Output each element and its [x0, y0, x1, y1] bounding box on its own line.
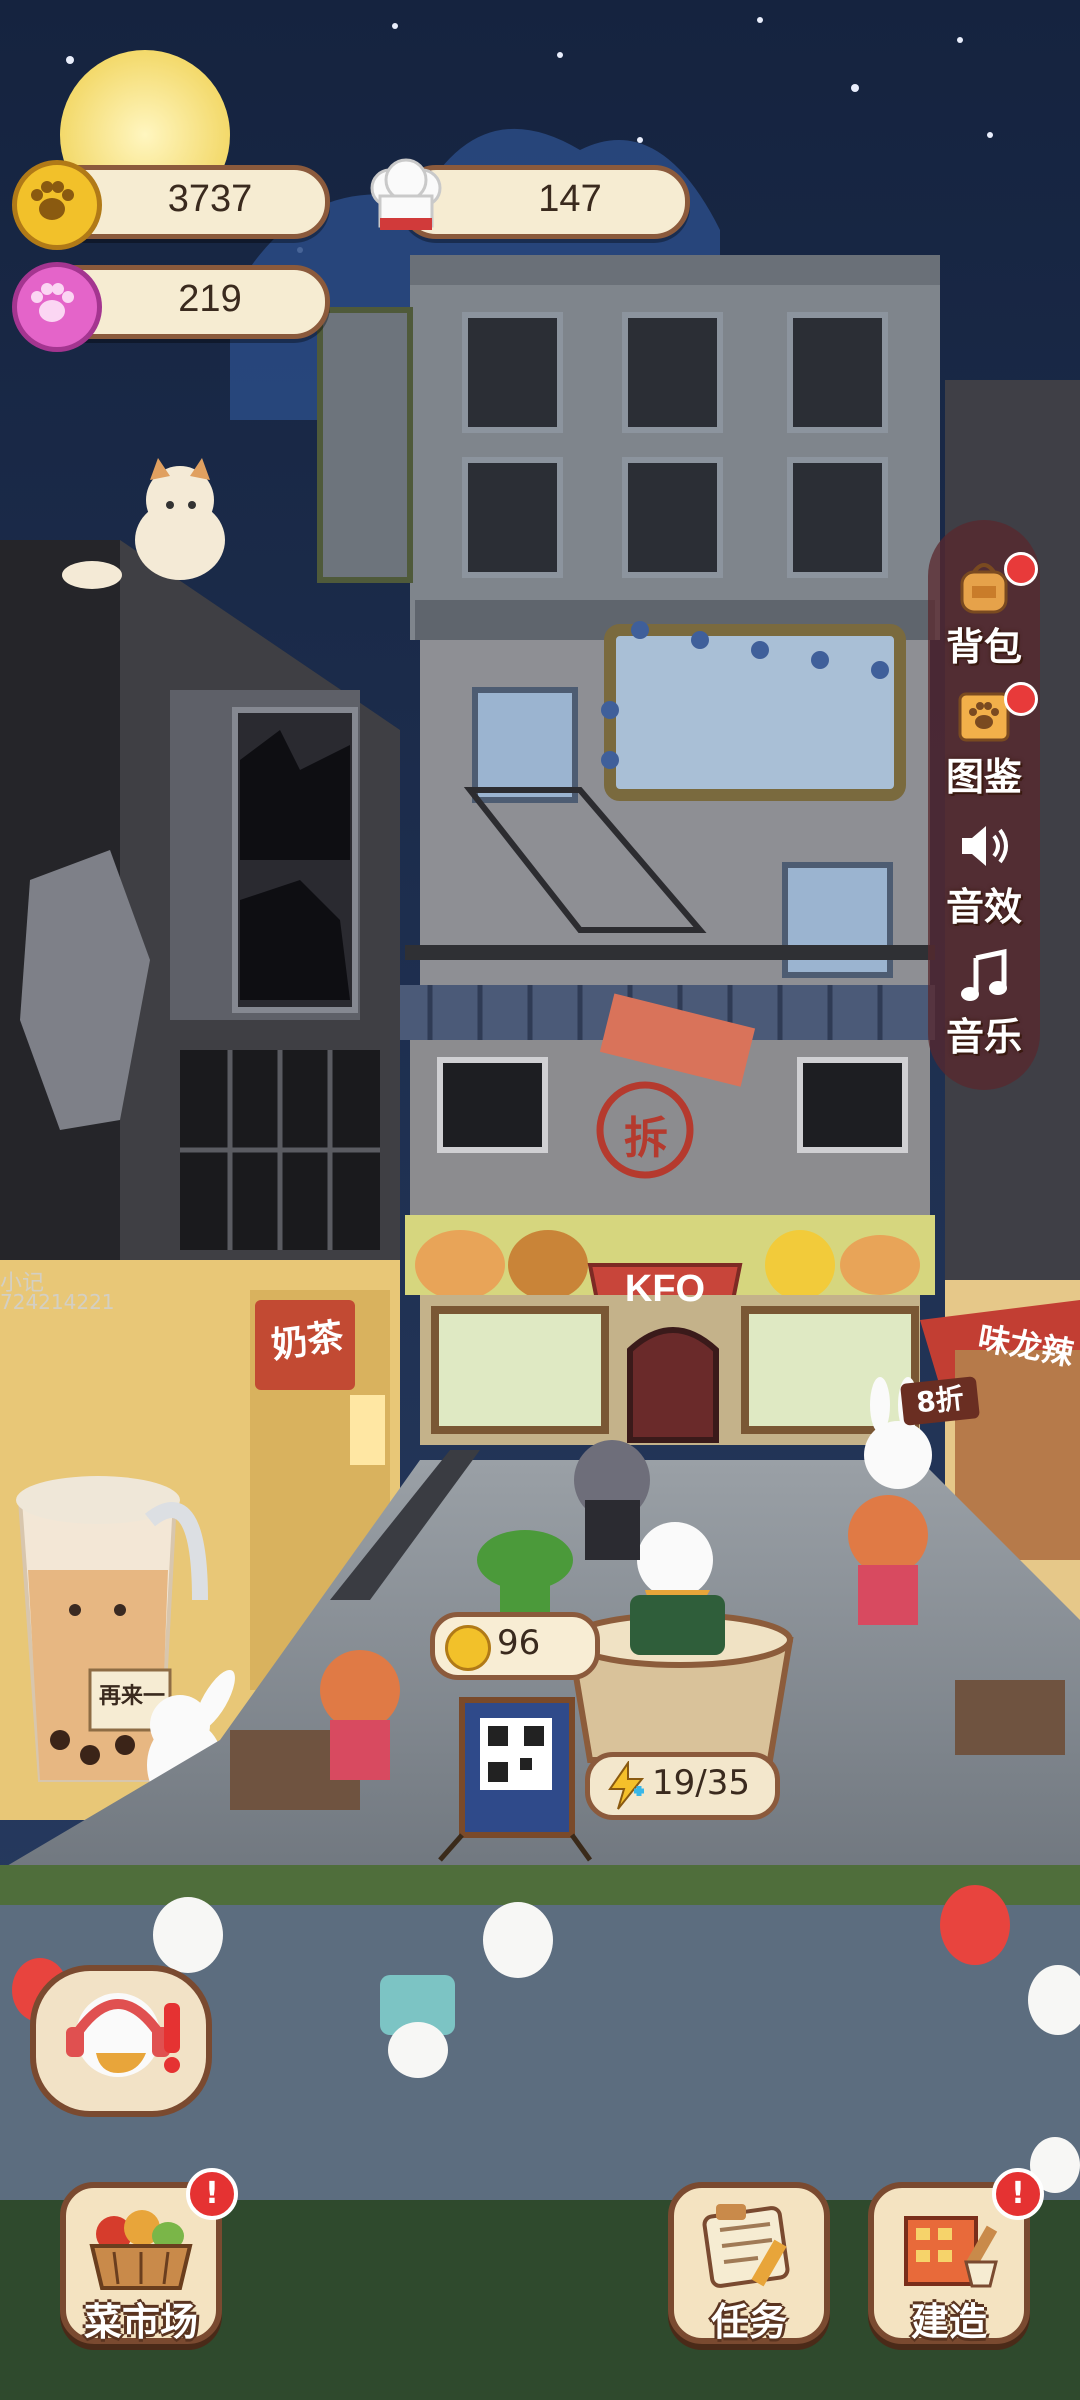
coin-reward-bubble[interactable]: 96 [430, 1612, 600, 1680]
speaker-icon [954, 818, 1014, 874]
tasks-button[interactable]: 任务 [668, 2182, 830, 2344]
market-button-label: 菜市场 [83, 2300, 198, 2344]
demolish-mark: 拆 [624, 1113, 668, 1164]
duck-avatar-icon [56, 1983, 186, 2097]
menu-music-label: 音乐 [945, 1015, 1022, 1059]
pink-paw-value: 219 [178, 278, 242, 320]
side-menu: 背包 图鉴 音效 音乐 [928, 520, 1040, 1090]
kfo-sign: KFO [624, 1268, 706, 1310]
menu-backpack[interactable]: 背包 [928, 550, 1040, 670]
build-button[interactable]: 建造 ! [868, 2168, 1044, 2344]
pig-customer-right [848, 1495, 928, 1625]
build-button-label: 建造 [910, 2300, 987, 2344]
wall-graffiti-2: 724214221 [0, 1290, 115, 1314]
task-scroll-icon [692, 2200, 806, 2294]
player-avatar-button[interactable] [30, 1965, 212, 2117]
catalog-badge [1004, 682, 1038, 716]
chef-hat-helper [574, 1440, 650, 1560]
energy-meter[interactable]: 19/35 [585, 1752, 780, 1820]
vegetable-basket-icon [84, 2202, 198, 2296]
qr-code-stand [438, 1697, 593, 1862]
build-house-icon [892, 2200, 1006, 2294]
menu-backpack-label: 背包 [945, 625, 1022, 669]
chef-hat-icon [366, 158, 446, 244]
discount-tag: 8折 [900, 1376, 980, 1426]
coin-reward-value: 96 [497, 1623, 541, 1663]
menu-catalog[interactable]: 图鉴 [928, 680, 1040, 800]
menu-music[interactable]: 音乐 [928, 940, 1040, 1060]
music-note-icon [954, 948, 1014, 1004]
menu-sound-effects[interactable]: 音效 [928, 810, 1040, 930]
tasks-button-label: 任务 [710, 2300, 787, 2344]
coin-reward-icon [445, 1625, 491, 1671]
paw-coin-icon [12, 160, 102, 250]
build-alert-badge: ! [992, 2168, 1044, 2220]
backpack-badge [1004, 552, 1038, 586]
menu-sound-label: 音效 [945, 885, 1022, 929]
chef-hat-value: 147 [538, 178, 602, 220]
cup-note: 再来一 [98, 1684, 165, 1709]
lightning-icon [604, 1759, 648, 1815]
market-button[interactable]: 菜市场 ! [60, 2168, 238, 2344]
pink-paw-icon [12, 262, 102, 352]
menu-catalog-label: 图鉴 [945, 755, 1022, 799]
market-alert-badge: ! [186, 2168, 238, 2220]
energy-value: 19/35 [652, 1763, 750, 1803]
pig-customer-left [320, 1650, 400, 1780]
paw-coin-value: 3737 [167, 178, 253, 220]
